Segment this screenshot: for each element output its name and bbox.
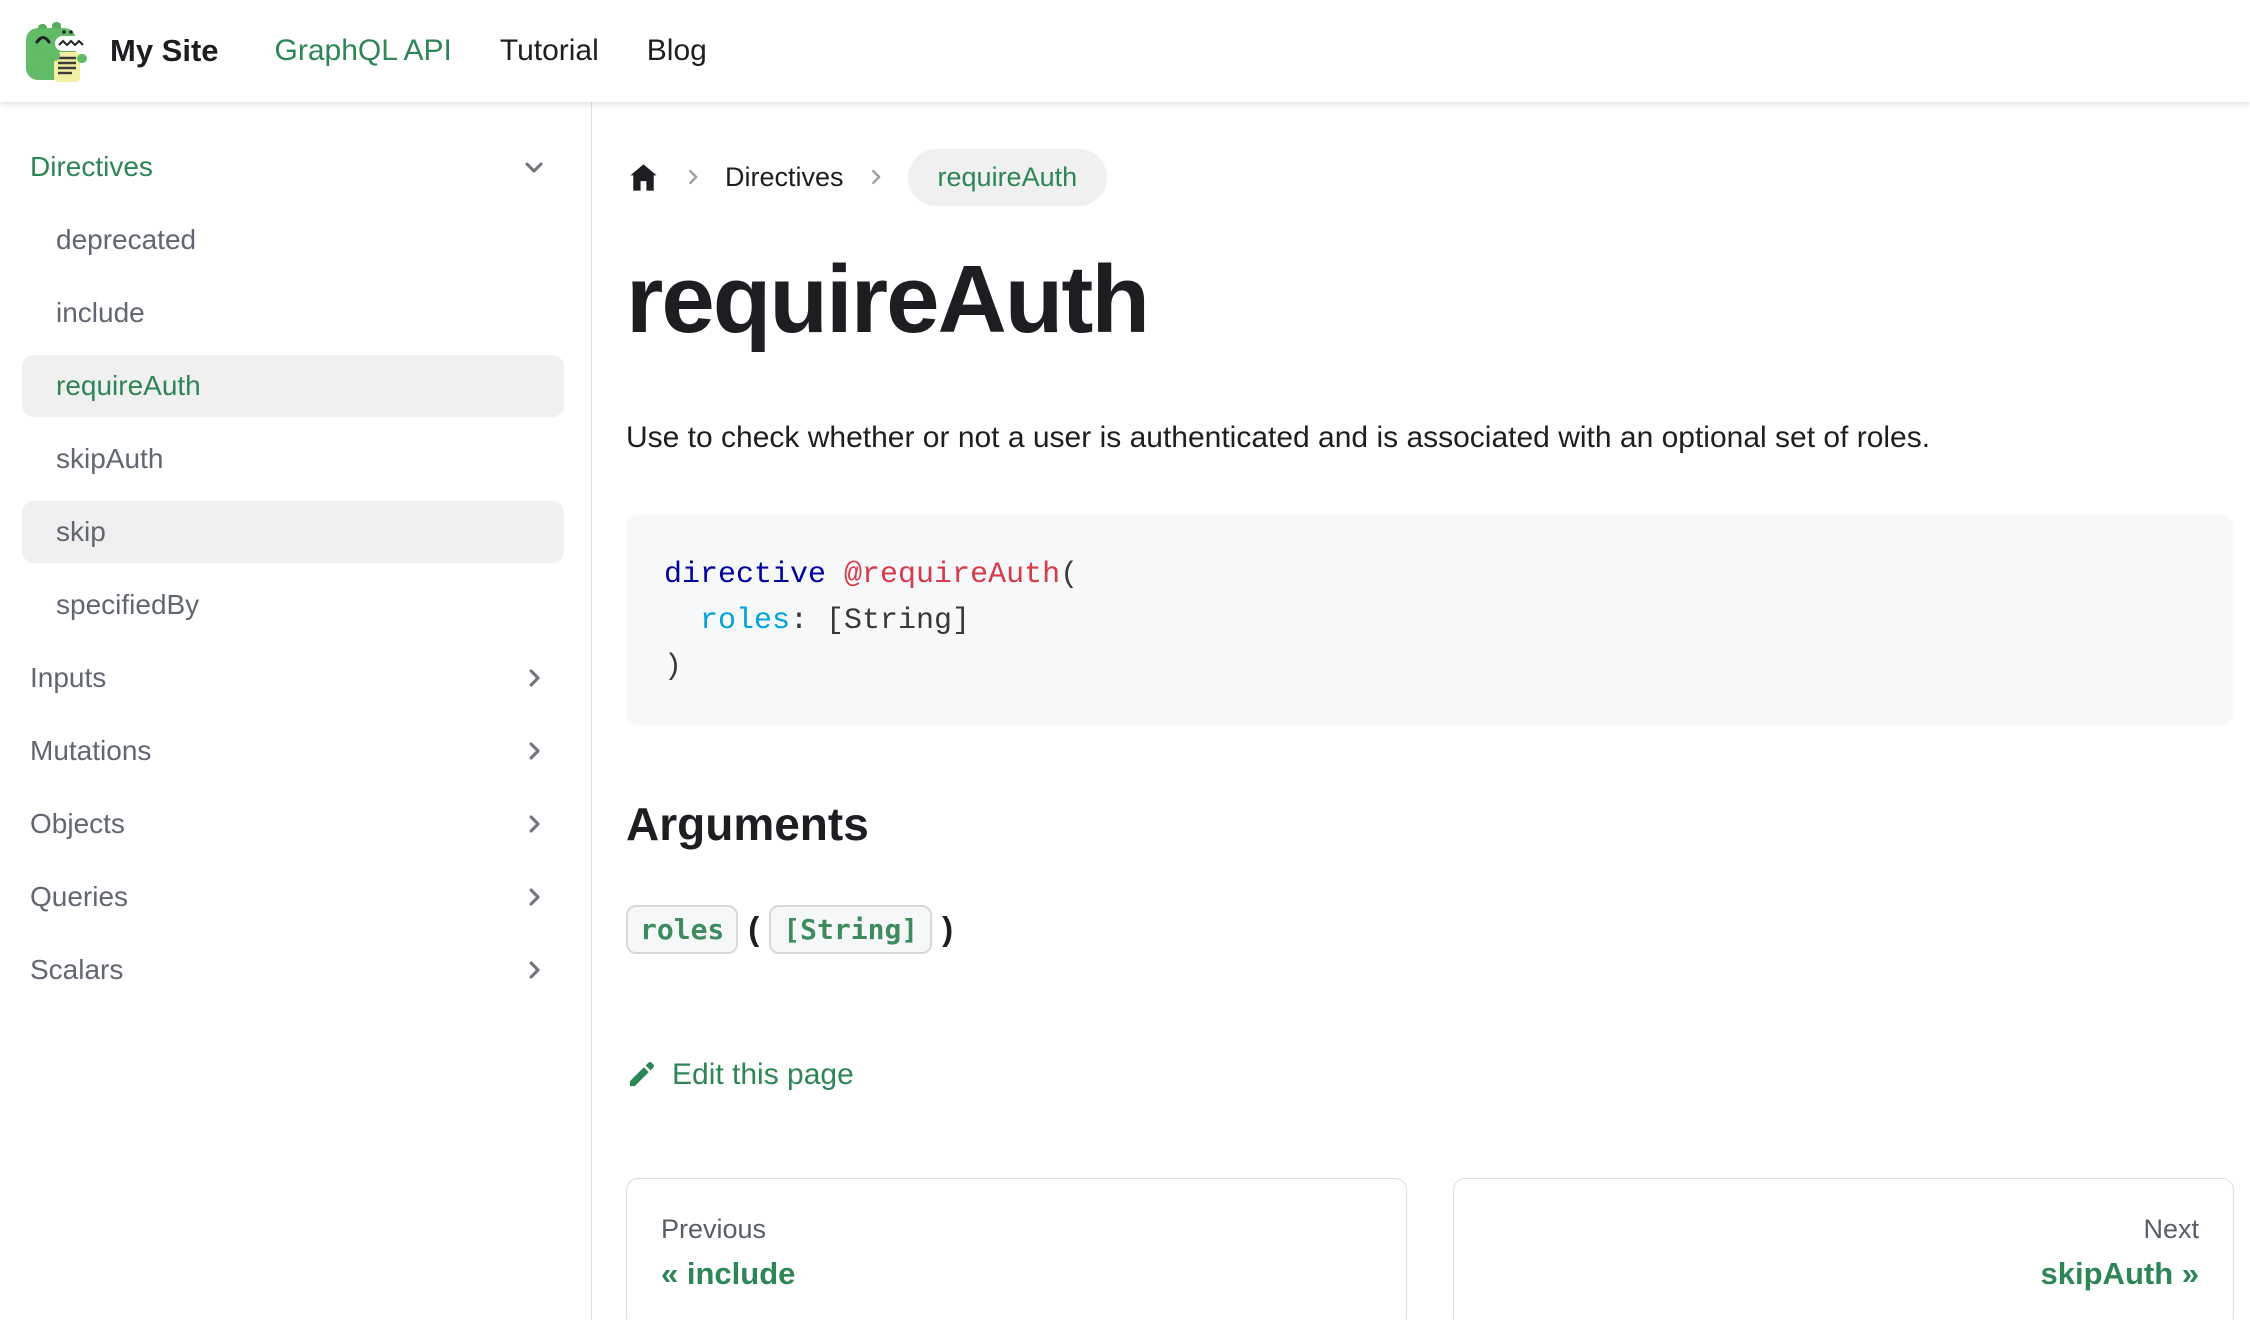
chevron-right-icon	[865, 166, 887, 188]
sidebar-item-label: skipAuth	[56, 443, 548, 475]
pagination-previous-card[interactable]: Previous « include	[626, 1178, 1407, 1320]
argument-type-badge[interactable]: [String]	[769, 905, 932, 954]
page-title: requireAuth	[626, 250, 2234, 351]
pagination-previous-label: Previous	[661, 1214, 1372, 1245]
sidebar-category-label: Mutations	[30, 735, 520, 767]
edit-this-page-link[interactable]: Edit this page	[672, 1058, 854, 1092]
pencil-icon	[626, 1059, 657, 1090]
code-graphql: directive @requireAuth( roles: [String] …	[664, 558, 1078, 684]
arguments-heading: Arguments	[626, 797, 2234, 851]
chevron-down-icon[interactable]	[520, 153, 548, 181]
code-token-keyword: directive	[664, 558, 826, 592]
chevron-right-icon[interactable]	[520, 883, 548, 911]
pagination-previous-title: « include	[661, 1256, 1372, 1292]
code-token-plain	[826, 558, 844, 592]
sidebar-category-scalars[interactable]: Scalars	[22, 939, 564, 1001]
sidebar-item-requireauth[interactable]: requireAuth	[22, 355, 564, 417]
pagination-next-title: skipAuth »	[2041, 1256, 2199, 1292]
sidebar-category-directives[interactable]: Directives	[22, 136, 564, 198]
doc-pagination: Previous « include Next skipAuth »	[626, 1178, 2234, 1320]
sidebar-item-label: deprecated	[56, 224, 548, 256]
sidebar-category-label: Queries	[30, 881, 520, 913]
paren-close: )	[938, 910, 957, 948]
edit-page-row: Edit this page	[626, 1058, 2234, 1092]
sidebar-item-deprecated[interactable]: deprecated	[22, 209, 564, 271]
page-description: Use to check whether or not a user is au…	[626, 417, 2234, 459]
sidebar-item-label: skip	[56, 516, 548, 548]
pagination-next-card[interactable]: Next skipAuth »	[1453, 1178, 2234, 1320]
site-logo-dino-icon	[22, 16, 92, 86]
paren-open: (	[744, 910, 763, 948]
chevron-right-icon[interactable]	[520, 664, 548, 692]
chevron-right-icon[interactable]	[520, 956, 548, 984]
sidebar: Directives deprecated include requireAut…	[0, 102, 592, 1320]
nav-link-graphql-api[interactable]: GraphQL API	[251, 34, 476, 68]
chevron-right-icon[interactable]	[520, 737, 548, 765]
sidebar-category-label: Scalars	[30, 954, 520, 986]
breadcrumb-item-directives[interactable]: Directives	[725, 162, 844, 193]
chevron-right-icon[interactable]	[520, 810, 548, 838]
sidebar-item-specifiedby[interactable]: specifiedBy	[22, 574, 564, 636]
home-icon[interactable]	[626, 160, 661, 195]
doc-content: Directives requireAuth requireAuth Use t…	[592, 102, 2250, 1320]
argument-entry: roles ( [String] )	[626, 905, 2234, 954]
site-title: My Site	[110, 33, 219, 69]
sidebar-item-skip[interactable]: skip	[22, 501, 564, 563]
code-block: directive @requireAuth( roles: [String] …	[626, 515, 2234, 725]
nav-link-tutorial[interactable]: Tutorial	[476, 34, 623, 68]
pagination-next-label: Next	[2143, 1214, 2199, 1245]
sidebar-category-objects[interactable]: Objects	[22, 793, 564, 855]
breadcrumb: Directives requireAuth	[626, 148, 2234, 206]
nav-link-blog[interactable]: Blog	[623, 34, 731, 68]
sidebar-category-label: Objects	[30, 808, 520, 840]
sidebar-category-label: Inputs	[30, 662, 520, 694]
navbar-brand[interactable]: My Site	[22, 16, 219, 86]
breadcrumb-current-page: requireAuth	[908, 149, 1108, 206]
sidebar-item-skipauth[interactable]: skipAuth	[22, 428, 564, 490]
sidebar-category-queries[interactable]: Queries	[22, 866, 564, 928]
navbar: My Site GraphQL API Tutorial Blog	[0, 0, 2250, 102]
sidebar-category-inputs[interactable]: Inputs	[22, 647, 564, 709]
sidebar-item-label: include	[56, 297, 548, 329]
sidebar-category-mutations[interactable]: Mutations	[22, 720, 564, 782]
code-token-attr-name: roles	[700, 604, 790, 638]
sidebar-item-label: requireAuth	[56, 370, 548, 402]
sidebar-item-include[interactable]: include	[22, 282, 564, 344]
argument-name-badge[interactable]: roles	[626, 905, 738, 954]
sidebar-item-label: specifiedBy	[56, 589, 548, 621]
code-token-directive-name: @requireAuth	[844, 558, 1060, 592]
sidebar-category-label: Directives	[30, 151, 520, 183]
chevron-right-icon	[682, 166, 704, 188]
